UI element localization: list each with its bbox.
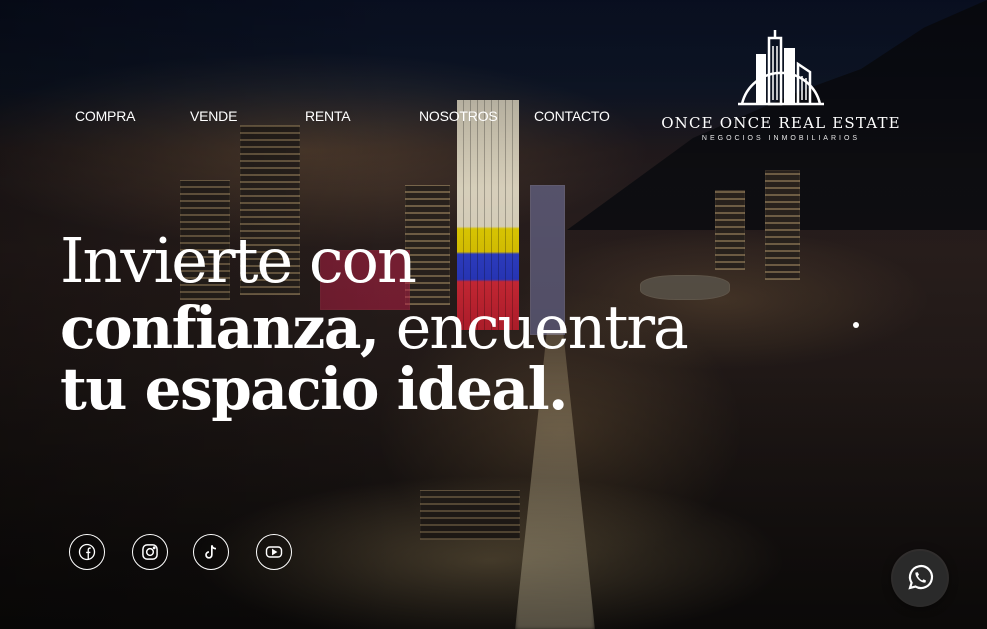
nav-item-contacto[interactable]: CONTACTO [534,108,610,124]
buildings-logo-icon [738,30,824,106]
tiktok-icon [205,545,217,559]
brand-tagline: NEGOCIOS INMOBILIARIOS [701,135,861,142]
hero-line-1: Invierte con [60,224,417,297]
hero-headline: Invierte con confianza, encuentra tu esp… [60,230,760,422]
instagram-icon [142,544,158,560]
youtube-link[interactable] [256,534,292,570]
hero-line-2-bold: confianza, [60,294,380,362]
tiktok-link[interactable] [193,534,229,570]
brand-logo[interactable]: ONCE ONCE REAL ESTATE NEGOCIOS INMOBILIA… [650,30,912,148]
hero-line-3: tu espacio ideal. [60,355,568,423]
whatsapp-icon [908,564,934,590]
youtube-icon [265,546,283,558]
instagram-link[interactable] [132,534,168,570]
hero-line-2-light: encuentra [378,293,689,363]
nav-item-vende[interactable]: VENDE [190,108,237,124]
nav-item-compra[interactable]: COMPRA [75,108,135,124]
nav-item-renta[interactable]: RENTA [305,108,351,124]
facebook-icon [78,543,96,561]
hero-line-2: confianza, encuentra [60,298,760,360]
whatsapp-button[interactable] [893,551,947,605]
nav-item-nosotros[interactable]: NOSOTROS [419,108,498,124]
brand-name: ONCE ONCE REAL ESTATE [661,114,901,132]
slider-dot[interactable] [853,322,859,328]
facebook-link[interactable] [69,534,105,570]
